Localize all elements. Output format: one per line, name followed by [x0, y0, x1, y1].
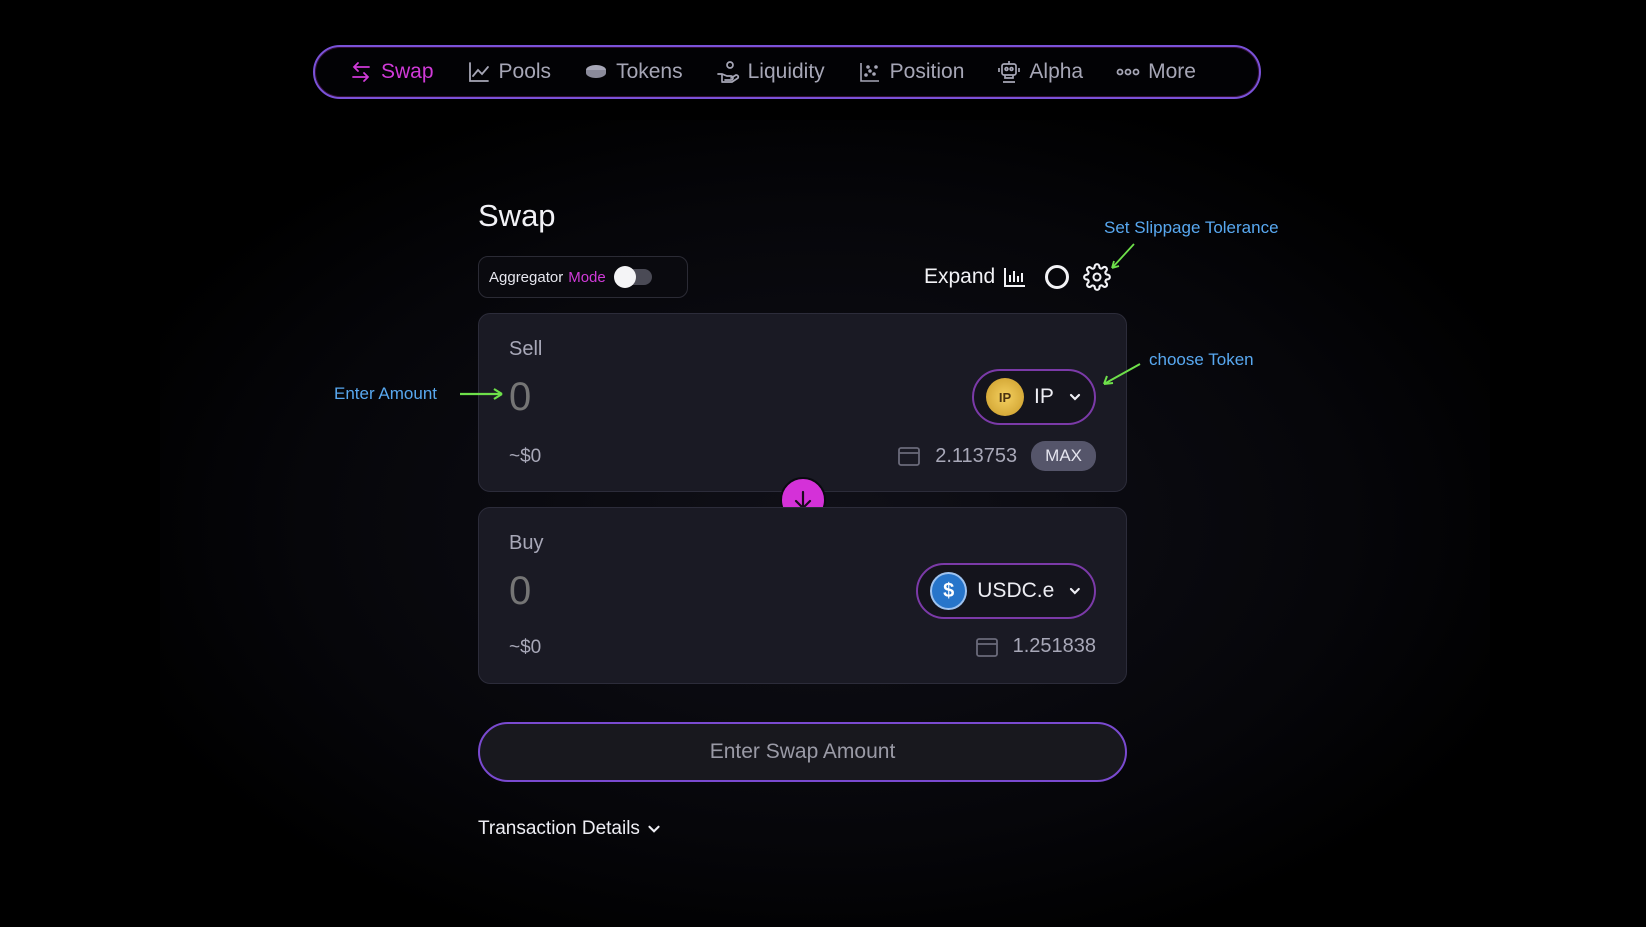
nav-item-alpha[interactable]: Alpha	[997, 60, 1083, 84]
max-button[interactable]: MAX	[1031, 441, 1096, 471]
transaction-details-toggle[interactable]: Transaction Details	[478, 818, 662, 840]
nav-item-tokens[interactable]: Tokens	[584, 60, 683, 84]
buy-token-selector[interactable]: $ USDC.e	[916, 563, 1096, 619]
top-nav: Swap Pools Tokens Liquidity Position Alp…	[313, 45, 1261, 99]
annotation-arrow-token	[1103, 363, 1141, 385]
buy-balance: 1.251838	[975, 635, 1096, 658]
nav-item-liquidity[interactable]: Liquidity	[716, 60, 825, 84]
chevron-down-icon	[1069, 393, 1080, 401]
sell-token-symbol: IP	[1034, 385, 1054, 408]
nav-item-swap[interactable]: Swap	[349, 60, 434, 84]
nav-item-label: Swap	[381, 60, 434, 83]
sell-usd-value: ~$0	[509, 446, 542, 467]
sell-label: Sell	[509, 338, 543, 360]
nav-item-label: Pools	[498, 60, 552, 83]
expand-label: Expand	[924, 265, 996, 288]
hand-coins-icon	[716, 61, 739, 83]
aggregator-label: Aggregator	[489, 268, 564, 286]
annotation-enter-amount: Enter Amount	[334, 384, 438, 403]
wallet-icon	[898, 447, 921, 466]
sell-amount-input[interactable]	[509, 372, 809, 422]
nav-item-label: Position	[889, 60, 965, 83]
expand-button[interactable]: Expand	[924, 265, 1027, 289]
wallet-icon	[975, 637, 998, 657]
nav-item-pools[interactable]: Pools	[467, 60, 552, 84]
chevron-down-icon	[1070, 587, 1081, 595]
aggregator-mode-toggle[interactable]: Aggregator Mode	[478, 256, 688, 298]
transaction-details-label: Transaction Details	[478, 818, 640, 839]
nav-item-more[interactable]: More	[1116, 60, 1196, 84]
sell-card: Sell ~$0 IP IP 2.113753 MAX	[478, 313, 1127, 492]
buy-card: Buy ~$0 $ USDC.e 1.251838	[478, 507, 1127, 684]
aggregator-mode-label: Mode	[568, 268, 606, 286]
dots-icon	[1116, 68, 1140, 76]
nav-item-position[interactable]: Position	[858, 60, 965, 84]
coin-icon	[586, 65, 607, 78]
nav-item-label: Liquidity	[747, 60, 825, 83]
nav-item-label: Alpha	[1029, 60, 1084, 83]
bar-chart-icon	[1004, 268, 1026, 287]
enter-swap-amount-button[interactable]: Enter Swap Amount	[478, 722, 1127, 782]
sell-balance: 2.113753 MAX	[897, 441, 1096, 471]
usdc-token-logo: $	[930, 572, 968, 610]
sell-balance-value: 2.113753	[935, 444, 1018, 467]
swap-arrows-icon	[352, 62, 370, 82]
swap-tools: Expand	[924, 262, 1112, 292]
annotation-arrow-amount	[460, 388, 503, 400]
annotation-choose-token: choose Token	[1149, 350, 1254, 369]
sell-token-selector[interactable]: IP IP	[972, 369, 1096, 425]
annotation-slippage: Set Slippage Tolerance	[1104, 218, 1279, 237]
buy-amount-input[interactable]	[509, 566, 809, 616]
scatter-chart-icon	[859, 63, 879, 82]
page-title: Swap	[478, 198, 556, 233]
robot-icon	[998, 61, 1021, 83]
buy-token-symbol: USDC.e	[977, 579, 1055, 602]
annotation-arrow-slippage	[1111, 243, 1135, 269]
chevron-down-icon	[648, 825, 660, 833]
nav-item-label: More	[1148, 60, 1196, 83]
line-chart-icon	[468, 62, 489, 82]
nav-item-label: Tokens	[616, 60, 683, 83]
refresh-ring-icon[interactable]	[1045, 265, 1070, 289]
buy-balance-value: 1.251838	[1012, 635, 1096, 657]
toggle-switch[interactable]	[613, 266, 652, 288]
buy-label: Buy	[509, 532, 544, 554]
buy-usd-value: ~$0	[509, 637, 542, 658]
ip-token-logo: IP	[986, 378, 1024, 416]
